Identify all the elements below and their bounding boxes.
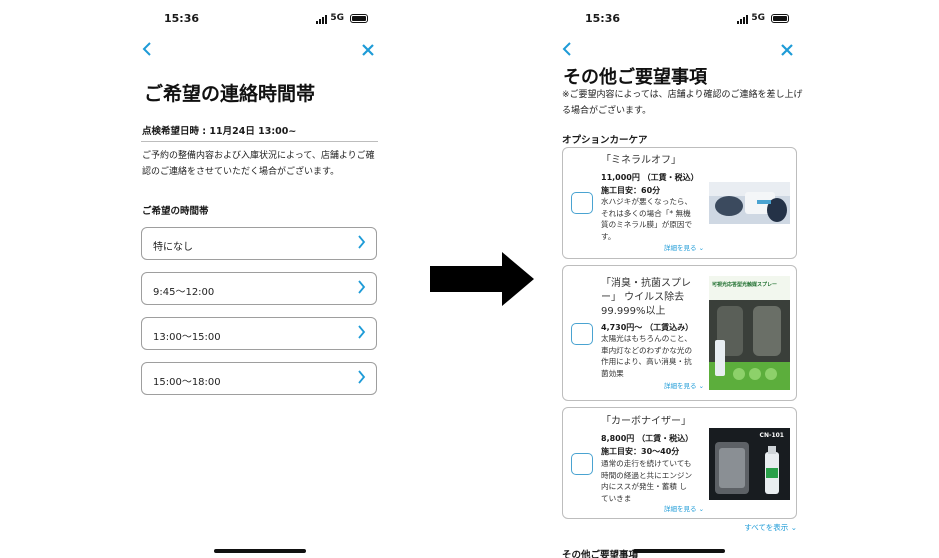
- left-screen: 15:36 5G ご希望の連絡時間帯 点検希望日時 : 11月24日 13:00…: [124, 0, 392, 558]
- product-checkbox[interactable]: [571, 192, 593, 214]
- status-time: 15:36: [585, 12, 621, 25]
- network-label: 5G: [330, 13, 344, 23]
- details-link-label: 詳細を見る: [664, 244, 697, 252]
- details-link[interactable]: 詳細を見る ⌄: [664, 242, 704, 252]
- product-name: 「ミネラルオフ」: [601, 155, 681, 166]
- contact-description: ご予約の整備内容および入庫状況によって、店舗よりご確認のご連絡をさせていただく場…: [142, 151, 375, 177]
- product-card-deodorant-spray[interactable]: 「消臭・抗菌スプレー」 ウイルス除去99.999%以上 4,730円〜 （工賃込…: [562, 265, 797, 401]
- time-option-late-afternoon[interactable]: 15:00〜18:00: [141, 362, 377, 395]
- right-arrow-icon: [430, 252, 534, 306]
- chevron-right-icon: [357, 235, 366, 252]
- chevron-left-icon: [142, 42, 151, 56]
- time-option-label: 13:00〜15:00: [153, 332, 221, 343]
- page-title: ご希望の連絡時間帯: [144, 83, 316, 105]
- image-caption: CN-101: [759, 432, 784, 439]
- battery-icon: [771, 14, 789, 23]
- section-title: ご希望の時間帯: [142, 206, 209, 217]
- back-button[interactable]: [139, 42, 157, 60]
- section-title: オプションカーケア: [562, 135, 648, 146]
- close-icon: [362, 44, 374, 56]
- status-time: 15:36: [164, 12, 200, 25]
- close-button[interactable]: [359, 42, 377, 60]
- time-option-morning[interactable]: 9:45〜12:00: [141, 272, 377, 305]
- product-image: [709, 182, 790, 224]
- details-link-label: 詳細を見る: [664, 505, 697, 513]
- image-caption: 可視光応答型光触媒スプレー: [712, 282, 778, 288]
- details-link-label: 詳細を見る: [664, 382, 697, 390]
- chevron-right-icon: [357, 325, 366, 342]
- details-link[interactable]: 詳細を見る ⌄: [664, 503, 704, 513]
- page-title: その他ご要望事項: [563, 67, 707, 88]
- product-price: 4,730円〜 （工賃込み）: [601, 323, 694, 332]
- close-button[interactable]: [778, 42, 796, 60]
- product-card-carbonizer[interactable]: 「カーボナイザー」 8,800円 （工賃・税込） 施工目安：30〜40分 通常の…: [562, 407, 797, 519]
- details-link[interactable]: 詳細を見る ⌄: [664, 380, 704, 390]
- show-all-label: すべてを表示: [744, 523, 789, 532]
- product-card-mineral-off[interactable]: 「ミネラルオフ」 11,000円 （工賃・税込） 施工目安：60分 水ハジキが悪…: [562, 147, 797, 259]
- chevron-left-icon: [562, 42, 571, 56]
- product-estimate: 施工目安：30〜40分: [601, 447, 680, 456]
- time-option-label: 特になし: [153, 242, 193, 253]
- signal-icon: [316, 15, 327, 24]
- product-image: CN-101: [709, 428, 790, 500]
- time-option-label: 15:00〜18:00: [153, 377, 221, 388]
- chevron-down-icon: ⌄: [698, 244, 705, 252]
- chevron-right-icon: [357, 370, 366, 387]
- back-button[interactable]: [559, 42, 577, 60]
- chevron-down-icon: ⌄: [698, 505, 705, 513]
- product-price: 8,800円 （工賃・税込）: [601, 434, 694, 443]
- chevron-right-icon: [357, 280, 366, 297]
- product-checkbox[interactable]: [571, 323, 593, 345]
- show-all-link[interactable]: すべてを表示 ⌄: [744, 522, 797, 533]
- status-bar: 15:36 5G: [545, 12, 813, 26]
- product-description: 水ハジキが悪くなったら、それは多くの場合「* 無機質のミネラル膜」が原因です。: [601, 197, 693, 241]
- time-option-label: 9:45〜12:00: [153, 287, 215, 298]
- appointment-datetime: 点検希望日時 : 11月24日 13:00~: [142, 126, 297, 137]
- signal-icon: [737, 15, 748, 24]
- product-estimate: 施工目安：60分: [601, 186, 661, 195]
- product-checkbox[interactable]: [571, 453, 593, 475]
- other-requests-heading: その他ご要望事項: [562, 550, 639, 558]
- time-option-none[interactable]: 特になし: [141, 227, 377, 260]
- product-name: 「カーボナイザー」: [601, 416, 691, 427]
- battery-icon: [350, 14, 368, 23]
- request-note: ※ご要望内容によっては、店舗より確認のご連絡を差し上げる場合がございます。: [562, 90, 803, 116]
- divider: [141, 141, 378, 142]
- chevron-down-icon: ⌄: [790, 523, 797, 532]
- home-indicator[interactable]: [633, 549, 725, 553]
- product-price: 11,000円 （工賃・税込）: [601, 173, 699, 182]
- close-icon: [781, 44, 793, 56]
- product-image: 可視光応答型光触媒スプレー: [709, 276, 790, 390]
- status-bar: 15:36 5G: [124, 12, 392, 26]
- home-indicator[interactable]: [214, 549, 306, 553]
- product-name: 「消臭・抗菌スプレー」 ウイルス除去99.999%以上: [601, 278, 691, 317]
- product-description: 通常の走行を続けていても時間の経過と共にエンジン内にススが発生・蓄積 していきま: [601, 459, 693, 503]
- network-label: 5G: [751, 13, 765, 23]
- right-screen: 15:36 5G その他ご要望事項 ※ご要望内容によっては、店舗より確認のご連絡…: [545, 0, 813, 558]
- product-description: 太陽光はもちろんのこと、車内灯などのわずかな光の作用により、高い消臭・抗菌効果: [601, 334, 693, 378]
- chevron-down-icon: ⌄: [698, 382, 705, 390]
- time-option-early-afternoon[interactable]: 13:00〜15:00: [141, 317, 377, 350]
